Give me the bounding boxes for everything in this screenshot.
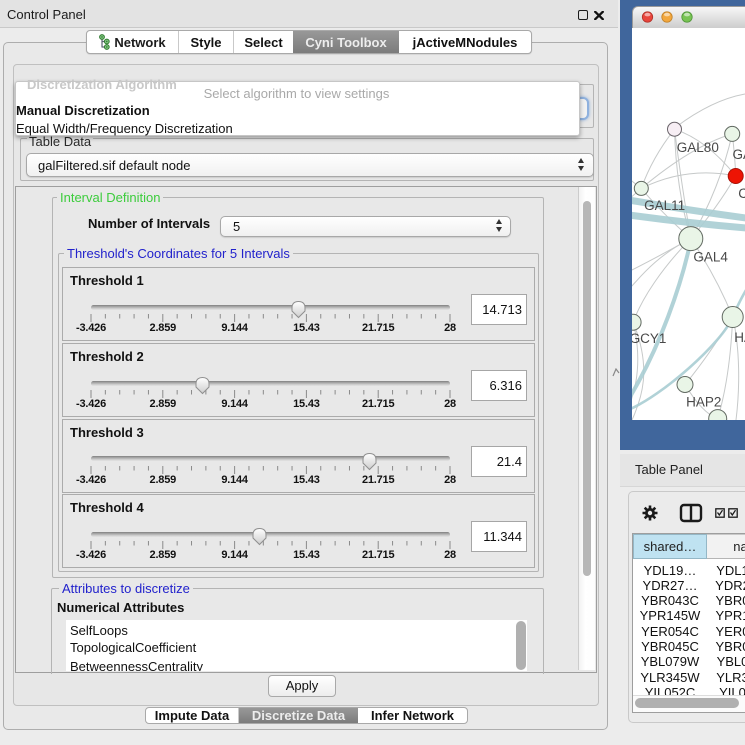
svg-text:HA: HA (734, 330, 745, 345)
svg-text:GAL11: GAL11 (644, 198, 685, 213)
svg-text:GA: GA (733, 147, 745, 162)
svg-text:GAL4: GAL4 (693, 250, 728, 265)
svg-text:HAP2: HAP2 (686, 395, 721, 410)
svg-text:CA: CA (738, 186, 745, 201)
svg-text:GCY1: GCY1 (632, 331, 666, 346)
svg-text:GAL80: GAL80 (677, 140, 719, 155)
